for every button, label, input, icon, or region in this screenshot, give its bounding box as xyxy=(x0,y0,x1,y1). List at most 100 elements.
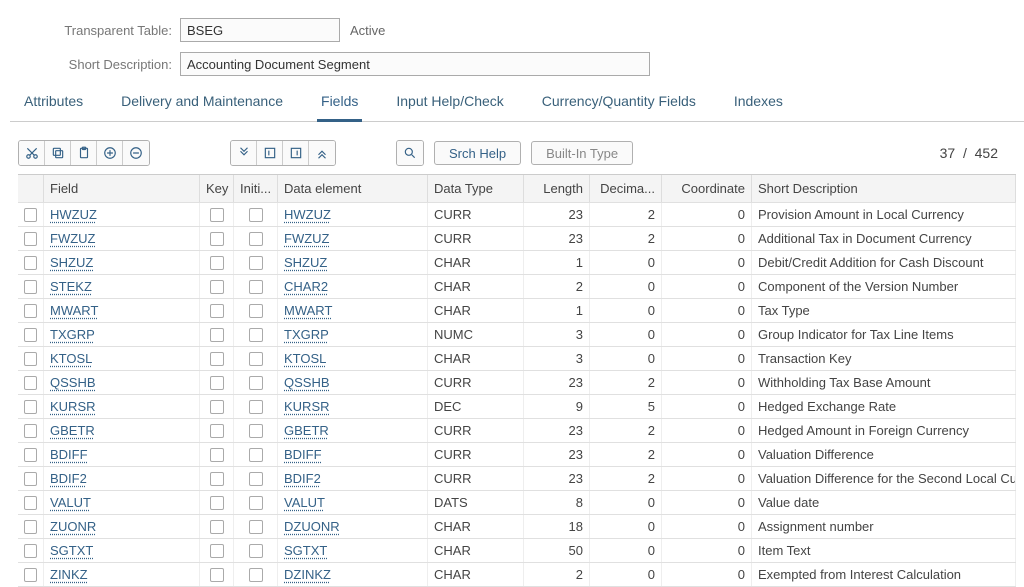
table-row[interactable]: ZUONRDZUONRCHAR1800Assignment number xyxy=(18,515,1016,539)
table-row[interactable]: KTOSLKTOSLCHAR300Transaction Key xyxy=(18,347,1016,371)
initial-checkbox[interactable] xyxy=(249,280,263,294)
tab-fields[interactable]: Fields xyxy=(317,87,362,122)
add-row-button[interactable] xyxy=(97,141,123,165)
key-checkbox[interactable] xyxy=(210,544,224,558)
field-name-link[interactable]: GBETR xyxy=(50,423,95,438)
data-element-link[interactable]: KTOSL xyxy=(284,351,326,366)
row-select-checkbox[interactable] xyxy=(24,400,37,414)
key-checkbox[interactable] xyxy=(210,328,224,342)
data-element-link[interactable]: TXGRP xyxy=(284,327,329,342)
col-key[interactable]: Key xyxy=(200,175,234,202)
key-checkbox[interactable] xyxy=(210,520,224,534)
field-name-link[interactable]: HWZUZ xyxy=(50,207,97,222)
data-element-link[interactable]: CHAR2 xyxy=(284,279,328,294)
data-element-link[interactable]: BDIF2 xyxy=(284,471,321,486)
table-row[interactable]: STEKZCHAR2CHAR200Component of the Versio… xyxy=(18,275,1016,299)
initial-checkbox[interactable] xyxy=(249,400,263,414)
field-name-link[interactable]: KURSR xyxy=(50,399,96,414)
table-row[interactable]: TXGRPTXGRPNUMC300Group Indicator for Tax… xyxy=(18,323,1016,347)
row-select-checkbox[interactable] xyxy=(24,376,37,390)
row-select-checkbox[interactable] xyxy=(24,496,37,510)
key-checkbox[interactable] xyxy=(210,352,224,366)
initial-checkbox[interactable] xyxy=(249,520,263,534)
tab-indexes[interactable]: Indexes xyxy=(730,87,787,122)
key-checkbox[interactable] xyxy=(210,304,224,318)
table-name-input[interactable] xyxy=(180,18,340,42)
table-row[interactable]: BDIFFBDIFFCURR2320Valuation Difference xyxy=(18,443,1016,467)
key-checkbox[interactable] xyxy=(210,280,224,294)
field-name-link[interactable]: TXGRP xyxy=(50,327,95,342)
key-checkbox[interactable] xyxy=(210,448,224,462)
key-checkbox[interactable] xyxy=(210,376,224,390)
initial-checkbox[interactable] xyxy=(249,376,263,390)
data-element-link[interactable]: SHZUZ xyxy=(284,255,327,270)
data-element-link[interactable]: GBETR xyxy=(284,423,329,438)
col-field[interactable]: Field xyxy=(44,175,200,202)
builtin-type-button[interactable]: Built-In Type xyxy=(531,141,633,165)
field-name-link[interactable]: SGTXT xyxy=(50,543,93,558)
key-checkbox[interactable] xyxy=(210,472,224,486)
data-element-link[interactable]: DZUONR xyxy=(284,519,340,534)
paste-button[interactable] xyxy=(71,141,97,165)
row-select-checkbox[interactable] xyxy=(24,544,37,558)
data-element-link[interactable]: QSSHB xyxy=(284,375,330,390)
field-name-link[interactable]: SHZUZ xyxy=(50,255,93,270)
collapse-all-button[interactable] xyxy=(309,141,335,165)
row-select-checkbox[interactable] xyxy=(24,232,37,246)
expand-all-button[interactable] xyxy=(231,141,257,165)
col-short-desc[interactable]: Short Description xyxy=(752,175,1016,202)
field-name-link[interactable]: ZINKZ xyxy=(50,567,88,582)
row-select-checkbox[interactable] xyxy=(24,352,37,366)
row-select-checkbox[interactable] xyxy=(24,208,37,222)
row-select-checkbox[interactable] xyxy=(24,568,37,582)
table-row[interactable]: HWZUZHWZUZCURR2320Provision Amount in Lo… xyxy=(18,203,1016,227)
key-checkbox[interactable] xyxy=(210,256,224,270)
key-checkbox[interactable] xyxy=(210,232,224,246)
row-select-checkbox[interactable] xyxy=(24,304,37,318)
initial-checkbox[interactable] xyxy=(249,544,263,558)
tab-input-help-check[interactable]: Input Help/Check xyxy=(392,87,507,122)
row-select-checkbox[interactable] xyxy=(24,256,37,270)
initial-checkbox[interactable] xyxy=(249,352,263,366)
field-name-link[interactable]: STEKZ xyxy=(50,279,92,294)
initial-checkbox[interactable] xyxy=(249,568,263,582)
data-element-link[interactable]: MWART xyxy=(284,303,332,318)
row-select-checkbox[interactable] xyxy=(24,520,37,534)
col-data-type[interactable]: Data Type xyxy=(428,175,524,202)
find-button[interactable] xyxy=(397,141,423,165)
col-coordinate[interactable]: Coordinate xyxy=(662,175,752,202)
key-checkbox[interactable] xyxy=(210,400,224,414)
col-decimals[interactable]: Decima... xyxy=(590,175,662,202)
remove-row-button[interactable] xyxy=(123,141,149,165)
key-checkbox[interactable] xyxy=(210,424,224,438)
table-row[interactable]: ZINKZDZINKZCHAR200Exempted from Interest… xyxy=(18,563,1016,587)
key-checkbox[interactable] xyxy=(210,496,224,510)
field-name-link[interactable]: BDIF2 xyxy=(50,471,87,486)
field-name-link[interactable]: BDIFF xyxy=(50,447,88,462)
data-element-link[interactable]: HWZUZ xyxy=(284,207,331,222)
initial-checkbox[interactable] xyxy=(249,208,263,222)
table-row[interactable]: BDIF2BDIF2CURR2320Valuation Difference f… xyxy=(18,467,1016,491)
data-element-link[interactable]: BDIFF xyxy=(284,447,322,462)
data-element-link[interactable]: SGTXT xyxy=(284,543,327,558)
field-name-link[interactable]: QSSHB xyxy=(50,375,96,390)
nav-next-button[interactable] xyxy=(283,141,309,165)
data-element-link[interactable]: VALUT xyxy=(284,495,325,510)
table-row[interactable]: VALUTVALUTDATS800Value date xyxy=(18,491,1016,515)
initial-checkbox[interactable] xyxy=(249,256,263,270)
data-element-link[interactable]: FWZUZ xyxy=(284,231,329,246)
field-name-link[interactable]: VALUT xyxy=(50,495,91,510)
col-data-element[interactable]: Data element xyxy=(278,175,428,202)
initial-checkbox[interactable] xyxy=(249,232,263,246)
key-checkbox[interactable] xyxy=(210,568,224,582)
table-row[interactable]: QSSHBQSSHBCURR2320Withholding Tax Base A… xyxy=(18,371,1016,395)
tab-delivery-and-maintenance[interactable]: Delivery and Maintenance xyxy=(117,87,287,122)
table-row[interactable]: SGTXTSGTXTCHAR5000Item Text xyxy=(18,539,1016,563)
table-row[interactable]: MWARTMWARTCHAR100Tax Type xyxy=(18,299,1016,323)
short-desc-input[interactable] xyxy=(180,52,650,76)
field-name-link[interactable]: FWZUZ xyxy=(50,231,95,246)
field-name-link[interactable]: ZUONR xyxy=(50,519,96,534)
initial-checkbox[interactable] xyxy=(249,496,263,510)
nav-prev-button[interactable] xyxy=(257,141,283,165)
row-select-checkbox[interactable] xyxy=(24,328,37,342)
